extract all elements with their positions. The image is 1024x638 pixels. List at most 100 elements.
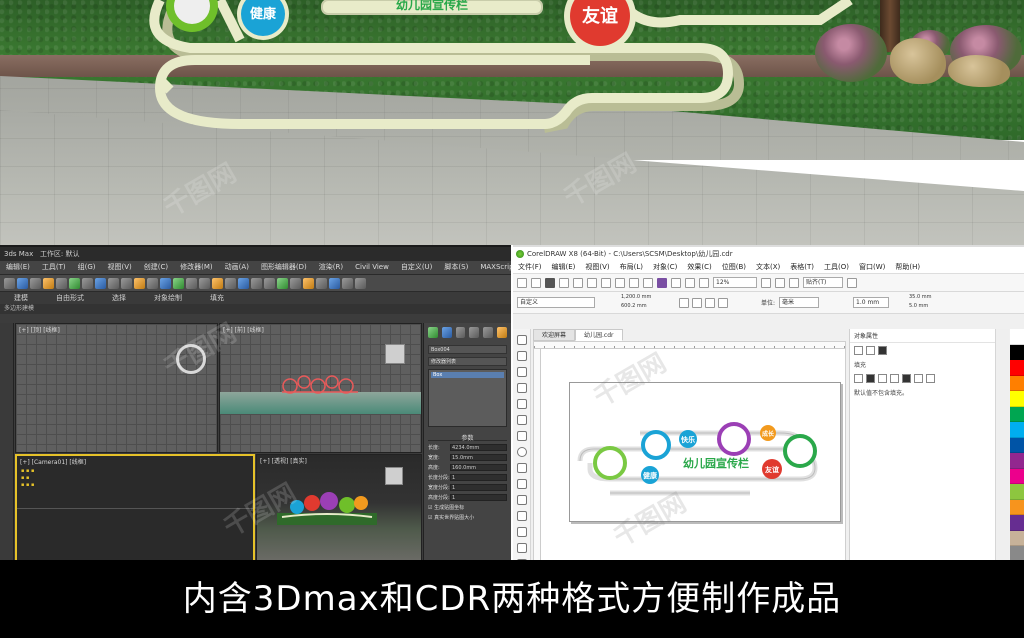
- toolbar-button-icon[interactable]: [355, 277, 366, 289]
- texture-fill-icon[interactable]: [926, 374, 935, 383]
- outline-icon[interactable]: [854, 346, 863, 355]
- max-menu-item[interactable]: 工具(T): [36, 261, 72, 274]
- crop-tool-icon[interactable]: [516, 367, 527, 377]
- cut-icon[interactable]: [573, 277, 583, 288]
- modifier-stack[interactable]: Box: [428, 369, 507, 427]
- palette-swatch[interactable]: [1010, 391, 1024, 407]
- open-icon[interactable]: [531, 277, 541, 288]
- toolbar-button-icon[interactable]: [251, 277, 262, 289]
- cdr-menu-item[interactable]: 视图(V): [580, 261, 614, 274]
- max-menu-item[interactable]: 图形编辑器(D): [255, 261, 313, 274]
- toolbar-button-icon[interactable]: [147, 277, 158, 289]
- page-width-field[interactable]: 1,200.0 mm: [621, 293, 651, 302]
- tab-document[interactable]: 幼儿园.cdr: [575, 329, 623, 341]
- cdr-menu-item[interactable]: 窗口(W): [854, 261, 890, 274]
- param-spinner[interactable]: 4234.0mm: [450, 444, 507, 451]
- palette-swatch[interactable]: [1010, 515, 1024, 531]
- param-spinner[interactable]: 1: [450, 484, 507, 491]
- palette-swatch[interactable]: [1010, 360, 1024, 376]
- cdr-menu-item[interactable]: 文件(F): [513, 261, 547, 274]
- polygon-tool-icon[interactable]: [516, 463, 527, 473]
- modifier-list-dropdown[interactable]: 修改器列表: [428, 357, 507, 366]
- nudge-distance-field[interactable]: 1.0 mm: [853, 297, 889, 308]
- copy-icon[interactable]: [587, 277, 597, 288]
- palette-swatch[interactable]: [1010, 422, 1024, 438]
- palette-swatch[interactable]: [1010, 437, 1024, 454]
- toolbar-button-icon[interactable]: [316, 277, 327, 289]
- max-menu-item[interactable]: 渲染(R): [313, 261, 349, 274]
- shape-tool-icon[interactable]: [516, 351, 527, 361]
- cdr-menu-item[interactable]: 效果(C): [682, 261, 716, 274]
- search-icon[interactable]: [643, 277, 653, 288]
- undo-icon[interactable]: [615, 277, 625, 288]
- text-tool-icon[interactable]: [516, 479, 527, 489]
- palette-swatch[interactable]: [1010, 406, 1024, 423]
- toolbar-button-icon[interactable]: [303, 277, 314, 289]
- max-menu-item[interactable]: 编辑(E): [0, 261, 36, 274]
- toolbar-button-icon[interactable]: [264, 277, 275, 289]
- toolbar-button-icon[interactable]: [277, 277, 288, 289]
- import-icon[interactable]: [671, 277, 681, 288]
- max-menu-item[interactable]: 动画(A): [219, 261, 255, 274]
- portrait-icon[interactable]: [679, 298, 689, 308]
- cdr-menu-item[interactable]: 位图(B): [717, 261, 751, 274]
- fountain-fill-icon[interactable]: [878, 374, 887, 383]
- new-document-icon[interactable]: [517, 277, 527, 288]
- palette-swatch[interactable]: [1010, 344, 1024, 361]
- max-menu-item[interactable]: 脚本(S): [438, 261, 474, 274]
- cdr-menu-item[interactable]: 布局(L): [615, 261, 648, 274]
- shadow-tool-icon[interactable]: [516, 511, 527, 521]
- eyedropper-tool-icon[interactable]: [516, 543, 527, 553]
- toolbar-button-icon[interactable]: [69, 277, 80, 289]
- modify-tab-icon[interactable]: [441, 327, 452, 338]
- toolbar-button-icon[interactable]: [212, 277, 223, 289]
- motion-tab-icon[interactable]: [469, 327, 480, 338]
- toolbar-button-icon[interactable]: [30, 277, 41, 289]
- page-preset-dropdown[interactable]: 自定义: [517, 297, 595, 308]
- viewport-front[interactable]: [+] [前] [线框]: [219, 323, 422, 453]
- ribbon-tab[interactable]: 填充: [196, 292, 238, 304]
- panel-section-fill[interactable]: 填充: [850, 358, 1009, 371]
- palette-swatch[interactable]: [1010, 468, 1024, 485]
- export-icon[interactable]: [685, 277, 695, 288]
- tab-welcome[interactable]: 欢迎屏幕: [533, 329, 576, 341]
- toolbar-button-icon[interactable]: [342, 277, 353, 289]
- transparency-tool-icon[interactable]: [516, 527, 527, 537]
- viewcube-icon[interactable]: [385, 467, 403, 485]
- duplicate-y-field[interactable]: 5.0 mm: [909, 302, 931, 311]
- no-fill-icon[interactable]: [854, 374, 863, 383]
- uniform-fill-icon[interactable]: [866, 374, 875, 383]
- artistic-media-tool-icon[interactable]: [516, 415, 527, 425]
- transparency-icon[interactable]: [878, 346, 887, 355]
- toolbar-button-icon[interactable]: [238, 277, 249, 289]
- cdr-menu-item[interactable]: 文本(X): [751, 261, 785, 274]
- toolbar-button-icon[interactable]: [43, 277, 54, 289]
- all-pages-icon[interactable]: [705, 298, 715, 308]
- ribbon-tab[interactable]: 选择: [98, 292, 140, 304]
- max-menu-item[interactable]: 视图(V): [102, 261, 138, 274]
- landscape-icon[interactable]: [692, 298, 702, 308]
- toolbar-button-icon[interactable]: [329, 277, 340, 289]
- fill-icon[interactable]: [866, 346, 875, 355]
- cdr-menu-item[interactable]: 编辑(E): [547, 261, 581, 274]
- page-height-field[interactable]: 600.2 mm: [621, 302, 651, 311]
- duplicate-x-field[interactable]: 35.0 mm: [909, 293, 931, 302]
- ellipse-tool-icon[interactable]: [516, 447, 527, 457]
- drawing-canvas[interactable]: 快乐 健康 成长 友谊 幼儿园宣传栏: [533, 341, 846, 560]
- redo-icon[interactable]: [629, 277, 639, 288]
- freehand-tool-icon[interactable]: [516, 399, 527, 409]
- connector-tool-icon[interactable]: [516, 495, 527, 505]
- modifier-stack-item[interactable]: Box: [431, 372, 504, 378]
- toolbar-button-icon[interactable]: [95, 277, 106, 289]
- toolbar-button-icon[interactable]: [225, 277, 236, 289]
- cdr-menu-item[interactable]: 表格(T): [785, 261, 819, 274]
- pick-tool-icon[interactable]: [516, 335, 527, 345]
- ribbon-tab[interactable]: 对象绘制: [140, 292, 196, 304]
- palette-swatch[interactable]: [1010, 484, 1024, 500]
- ribbon-tab[interactable]: 自由形式: [42, 292, 98, 304]
- hierarchy-tab-icon[interactable]: [455, 327, 466, 338]
- max-menu-item[interactable]: MAXScript(X): [474, 261, 511, 274]
- zoom-tool-icon[interactable]: [516, 383, 527, 393]
- horizontal-ruler[interactable]: [534, 342, 845, 349]
- param-spinner[interactable]: 15.0mm: [450, 454, 507, 461]
